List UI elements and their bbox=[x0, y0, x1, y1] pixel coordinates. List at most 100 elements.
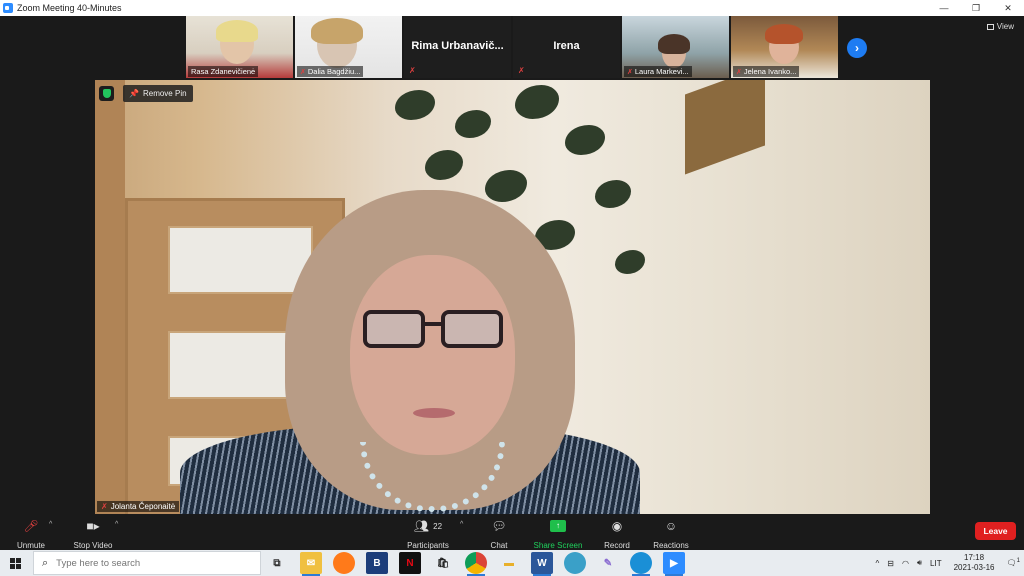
clock[interactable]: 17:18 2021-03-16 bbox=[954, 553, 995, 573]
participant-hair bbox=[216, 20, 258, 42]
chat-label: Chat bbox=[490, 541, 508, 550]
globe-app-icon[interactable] bbox=[564, 552, 586, 574]
thumbnail-participant[interactable]: ✗ Dalia Bagdžiu... bbox=[295, 16, 402, 78]
participants-count: 22 bbox=[433, 521, 443, 531]
volume-icon[interactable]: 🔊︎ bbox=[917, 558, 922, 568]
glasses bbox=[363, 310, 503, 350]
remove-pin-button[interactable]: 📌 Remove Pin bbox=[123, 85, 193, 102]
door-pane bbox=[168, 226, 313, 294]
store-icon[interactable]: 🛍︎ bbox=[432, 552, 454, 574]
file-explorer-icon[interactable]: ▬ bbox=[498, 552, 520, 574]
reactions-button[interactable]: ☺ Reactions bbox=[651, 518, 691, 550]
thumbnail-strip: Rasa Zdanevičienė ✗ Dalia Bagdžiu... Rima… bbox=[186, 16, 838, 79]
zoom-window: Zoom Meeting 40-Minutes — ❐ ✕ Rasa Zdane… bbox=[0, 0, 1024, 576]
video-options-caret[interactable]: ^ bbox=[115, 521, 118, 528]
video-camera-icon: ■▸ bbox=[86, 519, 100, 533]
taskbar-search[interactable]: ⌕ bbox=[33, 551, 261, 575]
view-button-label: View bbox=[996, 22, 1014, 31]
share-screen-button[interactable]: ↑ Share Screen bbox=[532, 518, 584, 550]
security-shield-icon[interactable] bbox=[99, 86, 114, 101]
participant-hair bbox=[311, 18, 363, 44]
thumbnail-participant[interactable]: Rasa Zdanevičienė bbox=[186, 16, 293, 78]
participants-button[interactable]: 👥︎ 22 Participants bbox=[403, 518, 453, 550]
restore-button[interactable]: ❐ bbox=[960, 0, 992, 16]
close-button[interactable]: ✕ bbox=[992, 0, 1024, 16]
mic-muted-icon: ✗ bbox=[300, 69, 306, 76]
wifi-icon[interactable]: ◠ bbox=[902, 559, 909, 568]
start-button[interactable] bbox=[0, 550, 30, 576]
netflix-icon[interactable]: N bbox=[399, 552, 421, 574]
thumbnail-participant[interactable]: ✗ Laura Markevi... bbox=[622, 16, 729, 78]
language-indicator[interactable]: LIT bbox=[930, 559, 942, 568]
participant-name: ✗ Dalia Bagdžiu... bbox=[297, 66, 364, 77]
title-bar: Zoom Meeting 40-Minutes — ❐ ✕ bbox=[0, 0, 1024, 16]
participant-hair bbox=[765, 24, 803, 44]
system-tray: ^ ⊟ ◠ 🔊︎ LIT 17:18 2021-03-16 🗨︎1 bbox=[872, 550, 1024, 576]
participants-options-caret[interactable]: ^ bbox=[460, 521, 463, 528]
mic-muted-icon: ✗ bbox=[627, 69, 633, 76]
paint-icon[interactable]: ✎ bbox=[597, 552, 619, 574]
leave-button[interactable]: Leave bbox=[975, 522, 1016, 540]
b-app-icon[interactable]: B bbox=[366, 552, 388, 574]
wall-picture bbox=[685, 80, 765, 175]
mic-muted-icon: ✗ bbox=[409, 66, 416, 75]
stop-video-label: Stop Video bbox=[73, 541, 113, 550]
unmute-button[interactable]: 🎤︎ Unmute bbox=[14, 518, 48, 550]
participant-face bbox=[350, 255, 515, 455]
notification-count: 1 bbox=[1016, 558, 1020, 565]
stop-video-button[interactable]: ■▸ Stop Video bbox=[70, 518, 116, 550]
record-icon: ◉ bbox=[611, 519, 623, 533]
record-label: Record bbox=[604, 541, 630, 550]
thumbnail-participant[interactable]: Irena ✗ bbox=[513, 16, 620, 78]
participant-lips bbox=[413, 408, 455, 418]
mic-muted-icon: ✗ bbox=[518, 66, 525, 75]
chrome-icon[interactable] bbox=[465, 552, 487, 576]
participants-label: Participants bbox=[407, 541, 449, 550]
share-screen-icon: ↑ bbox=[532, 518, 584, 534]
chat-button[interactable]: 💬︎ Chat bbox=[485, 518, 513, 550]
share-screen-label: Share Screen bbox=[533, 541, 583, 550]
mic-muted-icon: ✗ bbox=[736, 69, 742, 76]
remove-pin-label: Remove Pin bbox=[142, 89, 187, 98]
participant-name: Rima Urbanavič... bbox=[411, 40, 504, 52]
chat-icon: 💬︎ bbox=[491, 519, 507, 533]
mic-muted-icon: ✗ bbox=[101, 502, 108, 511]
clock-date: 2021-03-16 bbox=[953, 563, 995, 572]
participant-name: Irena bbox=[553, 40, 580, 52]
participant-name: ✗ Jelena Ivanko... bbox=[733, 66, 800, 77]
firefox-icon[interactable] bbox=[333, 552, 355, 574]
participant-hair bbox=[658, 34, 690, 54]
reactions-icon: ☺ bbox=[664, 519, 678, 533]
search-input[interactable] bbox=[56, 557, 237, 569]
zoom-taskbar-icon[interactable]: ▶ bbox=[663, 552, 685, 576]
windows-logo-icon bbox=[9, 557, 21, 569]
view-button[interactable]: View bbox=[986, 22, 1014, 31]
main-participant-name: ✗ Jolanta Čeponaitė bbox=[97, 501, 180, 512]
show-hidden-icons-icon[interactable]: ^ bbox=[876, 559, 880, 568]
edge-icon[interactable] bbox=[630, 552, 652, 576]
notifications-icon[interactable]: 🗨︎1 bbox=[1007, 558, 1021, 568]
outlook-icon[interactable]: ✉ bbox=[300, 552, 322, 576]
audio-options-caret[interactable]: ^ bbox=[49, 521, 52, 528]
participants-icon: 👥︎ 22 bbox=[413, 519, 443, 533]
window-title: Zoom Meeting 40-Minutes bbox=[17, 3, 122, 13]
word-icon[interactable]: W bbox=[531, 552, 553, 576]
thumbnail-participant[interactable]: ✗ Jelena Ivanko... bbox=[731, 16, 838, 78]
windows-taskbar: ⌕ ⧉ ✉ B N 🛍︎ ▬ W ✎ ▶ ^ ⊟ ◠ 🔊︎ LIT 17:18 … bbox=[0, 550, 1024, 576]
thumbnail-participant[interactable]: Rima Urbanavič... ✗ bbox=[404, 16, 511, 78]
pin-icon: 📌 bbox=[129, 89, 139, 98]
main-video[interactable]: 📌 Remove Pin ✗ Jolanta Čeponaitė bbox=[95, 80, 930, 514]
clock-time: 17:18 bbox=[964, 553, 985, 562]
network-drive-icon[interactable]: ⊟ bbox=[887, 559, 894, 568]
window-controls: — ❐ ✕ bbox=[928, 0, 1024, 16]
unmute-label: Unmute bbox=[16, 541, 45, 550]
next-page-button[interactable]: › bbox=[847, 38, 867, 58]
minimize-button[interactable]: — bbox=[928, 0, 960, 16]
participant-name: Rasa Zdanevičienė bbox=[188, 66, 259, 77]
grid-view-icon bbox=[986, 23, 994, 30]
record-button[interactable]: ◉ Record bbox=[602, 518, 632, 550]
mic-muted-icon: 🎤︎ bbox=[23, 519, 39, 533]
task-view-icon[interactable]: ⧉ bbox=[266, 552, 288, 574]
participant-name: ✗ Laura Markevi... bbox=[624, 66, 692, 77]
door-frame bbox=[95, 80, 125, 514]
